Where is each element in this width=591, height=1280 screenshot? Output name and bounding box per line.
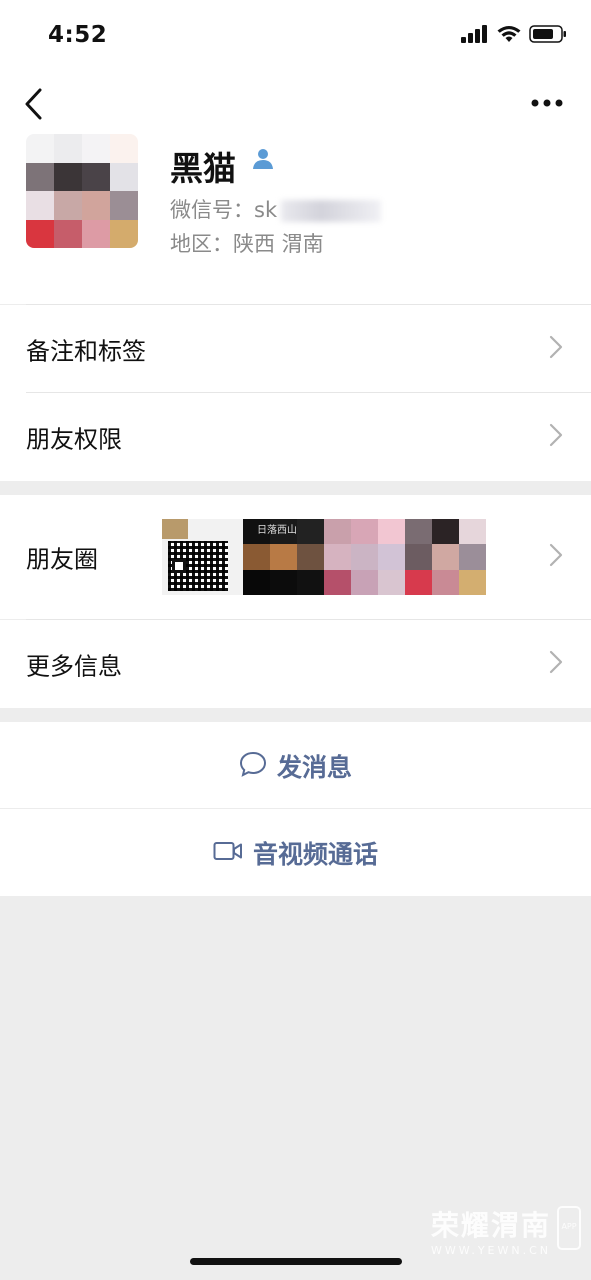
contact-name: 黑猫 (170, 149, 236, 188)
moments-thumb-2: 日落西山 (243, 519, 324, 595)
moments-thumb-4 (405, 519, 486, 595)
more-info-row[interactable]: 更多信息 (0, 620, 591, 708)
moments-label: 朋友圈 (26, 545, 98, 574)
status-bar: 4:52 (0, 0, 591, 70)
watermark-url: WWW.YEWN.CN (430, 1244, 551, 1257)
moments-thumb-3 (324, 519, 405, 595)
more-info-label: 更多信息 (26, 652, 122, 681)
signal-icon (461, 25, 489, 47)
chevron-right-icon (549, 543, 563, 571)
more-options-button[interactable] (527, 92, 567, 114)
wechat-id-label: 微信号： (170, 198, 254, 222)
friend-permissions-label: 朋友权限 (26, 425, 122, 454)
watermark-phone-icon: APP (557, 1206, 581, 1250)
video-camera-icon (213, 840, 243, 866)
video-call-label: 音视频通话 (252, 839, 378, 869)
chevron-right-icon (549, 423, 563, 451)
section-gap (0, 481, 591, 495)
wechat-id-value: sk (254, 198, 278, 222)
remarks-tags-row[interactable]: 备注和标签 (0, 305, 591, 393)
moments-thumb-1 (162, 519, 243, 595)
chevron-right-icon (549, 335, 563, 363)
wechat-id: 微信号：sk (170, 194, 382, 224)
send-message-button[interactable]: 发消息 (0, 722, 591, 810)
back-chevron-icon (25, 88, 42, 120)
watermark-badge: APP (561, 1222, 577, 1231)
nav-bar (0, 70, 591, 134)
section-gap (0, 708, 591, 722)
watermark: 荣耀渭南 WWW.YEWN.CN APP (430, 1204, 581, 1257)
chat-bubble-icon (239, 751, 267, 781)
send-message-label: 发消息 (276, 753, 352, 782)
moments-thumb-2-text: 日落西山 (257, 525, 297, 536)
status-icons (461, 25, 567, 47)
watermark-title: 荣耀渭南 (430, 1209, 551, 1242)
region: 地区：陕西 渭南 (170, 232, 324, 256)
wechat-id-blur (281, 200, 382, 222)
more-dots-icon (531, 99, 563, 107)
remarks-tags-label: 备注和标签 (26, 337, 146, 366)
back-button[interactable] (20, 86, 50, 122)
moments-row[interactable]: 朋友圈 日落西山 (0, 495, 591, 619)
moments-thumbnails: 日落西山 (162, 519, 486, 595)
person-icon (250, 148, 276, 174)
battery-icon (529, 25, 567, 47)
friend-permissions-row[interactable]: 朋友权限 (0, 393, 591, 481)
profile-header: 黑猫 微信号：sk 地区：陕西 渭南 (0, 134, 591, 304)
wifi-icon (497, 25, 521, 47)
status-time: 4:52 (48, 22, 108, 48)
avatar[interactable] (26, 134, 138, 248)
video-call-button[interactable]: 音视频通话 (0, 809, 591, 896)
home-indicator[interactable] (190, 1258, 402, 1265)
chevron-right-icon (549, 650, 563, 678)
